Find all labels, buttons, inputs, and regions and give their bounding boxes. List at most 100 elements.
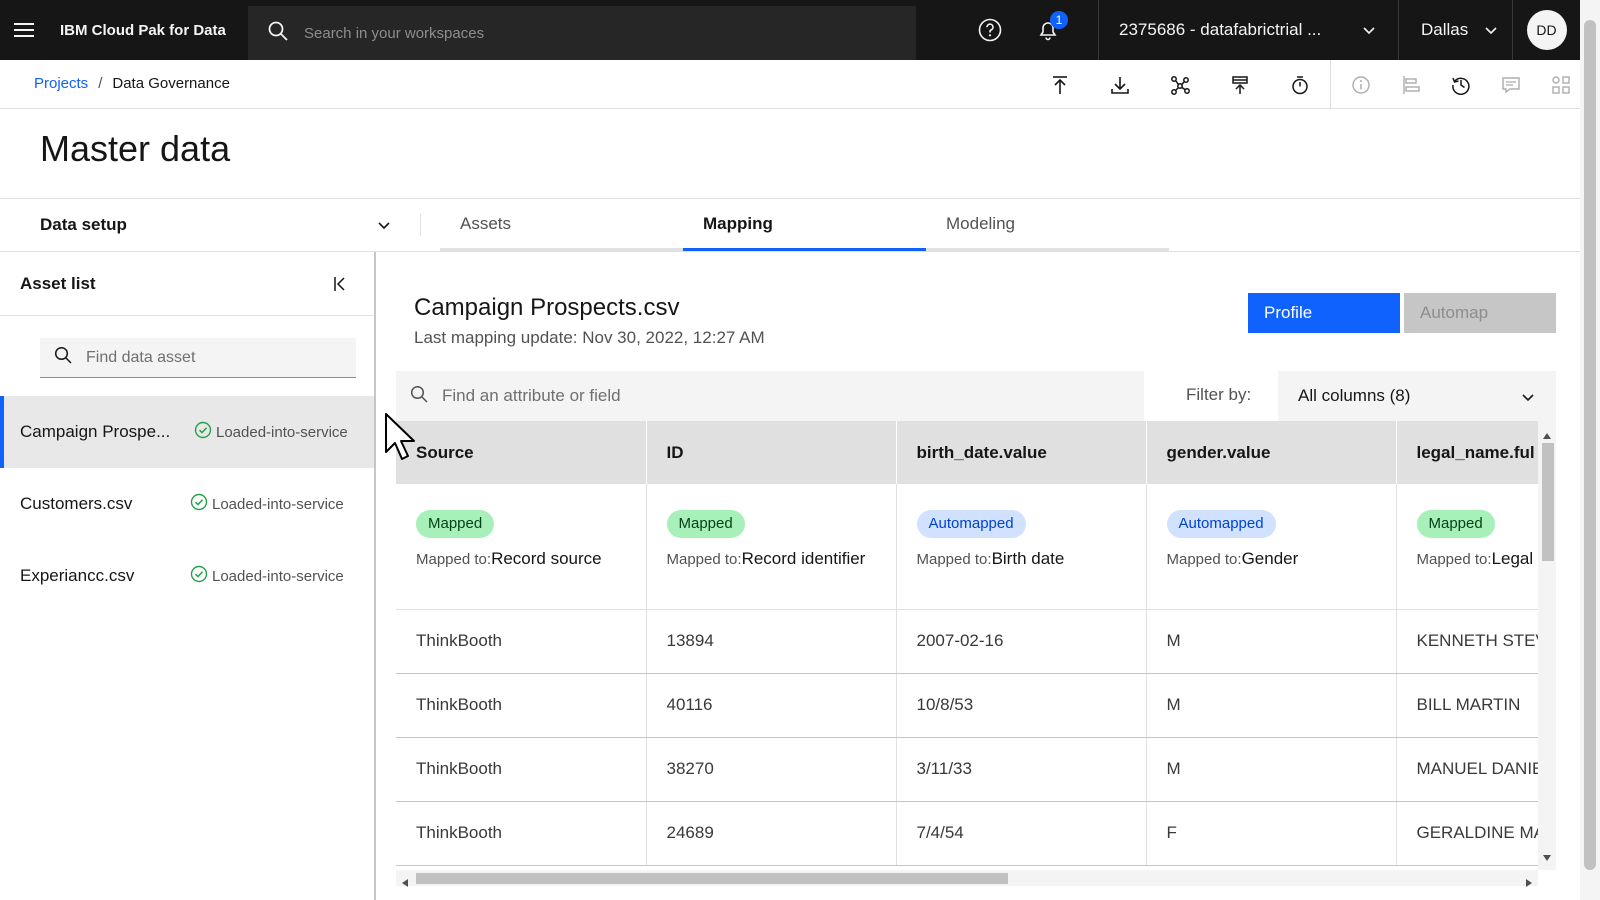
publish-icon[interactable] <box>1210 60 1270 110</box>
profile-button[interactable]: Profile <box>1248 293 1400 333</box>
asset-list-item[interactable]: Experiancc.csv Loaded-into-service <box>0 540 374 612</box>
chevron-down-icon <box>1520 389 1536 410</box>
menu-icon[interactable] <box>0 0 48 60</box>
mapping-cell[interactable]: Mapped Mapped to:Legal Full name <box>1396 484 1539 610</box>
table-cell: M <box>1146 737 1397 802</box>
page-title: Master data <box>40 128 231 169</box>
mapping-status-tag: Mapped <box>1416 510 1495 538</box>
breadcrumb: Projects / Data Governance <box>0 60 948 106</box>
scroll-up-arrow-icon[interactable] <box>1543 426 1551 444</box>
column-header[interactable]: birth_date.value <box>896 421 1147 484</box>
asset-list-title: Asset list <box>20 273 96 293</box>
asset-list-item[interactable]: Customers.csv Loaded-into-service <box>0 468 374 540</box>
asset-search-input[interactable] <box>86 348 346 367</box>
filter-label: Filter by: <box>1186 385 1252 404</box>
asset-status: Loaded-into-service <box>190 493 344 515</box>
automap-button[interactable]: Automap <box>1404 293 1556 333</box>
mapping-cell[interactable]: Mapped Mapped to:Record source <box>396 484 647 610</box>
table-cell: F <box>1146 801 1397 866</box>
avatar[interactable]: DD <box>1526 10 1567 50</box>
mapped-to: Mapped to:Record identifier <box>667 548 896 571</box>
chevron-down-icon <box>1483 22 1499 43</box>
page-vertical-scrollbar[interactable] <box>1580 0 1600 900</box>
column-header[interactable]: legal_name.ful <box>1396 421 1538 484</box>
breadcrumb-separator: / <box>98 74 103 92</box>
upload-icon[interactable] <box>1030 60 1090 110</box>
project-toolbar <box>1030 60 1591 110</box>
checkmark-circle-icon <box>190 565 212 587</box>
table-cell: 13894 <box>646 609 897 674</box>
mapped-to-value: Gender <box>1241 549 1299 568</box>
mapping-status-tag: Automapped <box>1166 510 1276 538</box>
mapping-cell[interactable]: Automapped Mapped to:Gender <box>1146 484 1397 610</box>
global-search[interactable] <box>248 6 916 60</box>
account-switcher[interactable]: 2375686 - datafabrictrial ... <box>1098 0 1398 60</box>
divider <box>0 108 1580 109</box>
tab-assets[interactable]: Assets <box>440 199 683 251</box>
tab-mapping[interactable]: Mapping <box>683 199 926 251</box>
tab-list: Assets Mapping Modeling <box>440 199 1169 251</box>
table-row: ThinkBooth 38270 3/11/33 M MANUEL DANIE <box>396 737 1538 802</box>
table-cell: 3/11/33 <box>896 737 1147 802</box>
scrollbar-thumb[interactable] <box>416 873 1008 884</box>
account-label: 2375686 - datafabrictrial ... <box>1119 20 1322 39</box>
download-icon[interactable] <box>1090 60 1150 110</box>
search-icon <box>54 346 72 369</box>
mapping-cell[interactable]: Mapped Mapped to:Record identifier <box>646 484 897 610</box>
table-cell: 40116 <box>646 673 897 738</box>
mapping-status-tag: Automapped <box>916 510 1026 538</box>
breadcrumb-projects[interactable]: Projects <box>34 75 88 92</box>
search-icon <box>410 385 428 408</box>
column-header[interactable]: Source <box>396 421 647 484</box>
mapped-to-value: Record identifier <box>741 549 866 568</box>
table-cell: 10/8/53 <box>896 673 1147 738</box>
region-switcher[interactable]: Dallas <box>1398 0 1512 60</box>
filter-dropdown[interactable]: All columns (8) <box>1278 371 1556 421</box>
attribute-search-input[interactable] <box>442 386 1102 406</box>
asset-name: Experiancc.csv <box>20 566 135 585</box>
region-label: Dallas <box>1421 20 1469 39</box>
mapped-to-prefix: Mapped to: <box>1166 551 1242 568</box>
table-cell: MANUEL DANIE <box>1396 737 1538 802</box>
asset-status-label: Loaded-into-service <box>216 423 348 441</box>
scrollbar-thumb[interactable] <box>1542 443 1554 561</box>
filter-value: All columns (8) <box>1298 386 1411 405</box>
asset-list-item[interactable]: Campaign Prospe... Loaded-into-service <box>0 396 374 468</box>
asset-status-label: Loaded-into-service <box>212 567 344 585</box>
mapping-table-container: Source ID birth_date.value gender.value … <box>396 421 1538 870</box>
table-cell: 24689 <box>646 801 897 866</box>
tab-modeling[interactable]: Modeling <box>926 199 1169 251</box>
scroll-left-arrow-icon[interactable] <box>402 874 408 892</box>
user-menu[interactable]: DD <box>1512 0 1580 60</box>
table-cell: M <box>1146 609 1397 674</box>
help-icon[interactable] <box>962 0 1018 60</box>
graph-icon[interactable] <box>1150 60 1210 110</box>
table-cell: ThinkBooth <box>396 673 647 738</box>
chevron-down-icon <box>376 217 392 238</box>
collapse-panel-icon[interactable] <box>328 272 352 296</box>
table-row: ThinkBooth 40116 10/8/53 M BILL MARTIN <box>396 673 1538 738</box>
table-vertical-scrollbar[interactable] <box>1538 421 1556 870</box>
mapped-to: Mapped to:Legal Full name <box>1417 548 1539 571</box>
data-setup-dropdown[interactable]: Data setup <box>0 199 410 251</box>
scroll-down-arrow-icon[interactable] <box>1543 848 1551 866</box>
top-navigation-bar: IBM Cloud Pak for Data 1 2375686 - dataf… <box>0 0 1580 60</box>
mapped-to: Mapped to:Birth date <box>917 548 1146 571</box>
asset-name: Campaign Prospe... <box>20 422 171 441</box>
table-horizontal-scrollbar[interactable] <box>396 870 1538 887</box>
notification-icon[interactable]: 1 <box>1020 0 1076 60</box>
mapping-cell[interactable]: Automapped Mapped to:Birth date <box>896 484 1147 610</box>
scrollbar-thumb[interactable] <box>1584 20 1596 870</box>
global-search-input[interactable] <box>304 24 864 42</box>
mouse-cursor-icon <box>384 412 418 467</box>
scroll-right-arrow-icon[interactable] <box>1526 874 1532 892</box>
asset-name: Customers.csv <box>20 494 133 513</box>
asset-search[interactable] <box>40 338 356 378</box>
product-name[interactable]: IBM Cloud Pak for Data <box>48 22 236 39</box>
table-cell: ThinkBooth <box>396 737 647 802</box>
attribute-search[interactable] <box>396 371 1144 421</box>
table-cell: ThinkBooth <box>396 801 647 866</box>
timer-icon[interactable] <box>1270 60 1330 110</box>
column-header[interactable]: gender.value <box>1146 421 1397 484</box>
column-header[interactable]: ID <box>646 421 897 484</box>
